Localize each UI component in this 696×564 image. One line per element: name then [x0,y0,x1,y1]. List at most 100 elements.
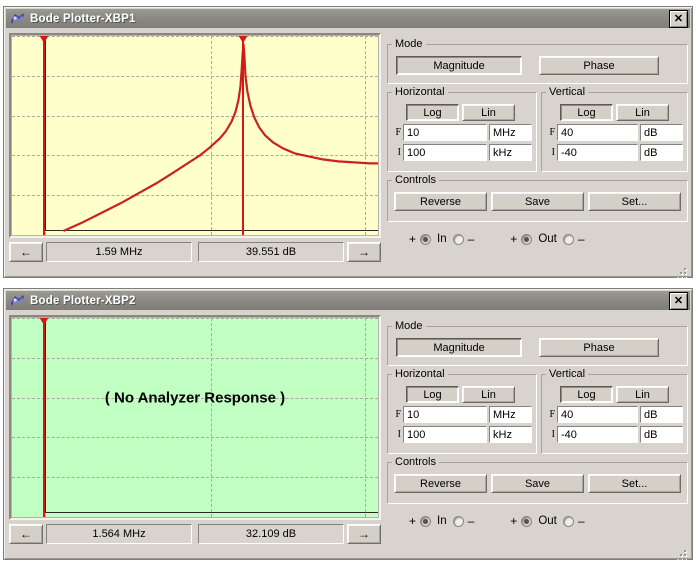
vertical-initial-value[interactable]: -40 [557,144,638,161]
vertical-legend: Vertical [546,86,588,98]
vertical-log-button[interactable]: Log [560,104,613,121]
readout-bar: ← 1.564 MHz 32.109 dB → [9,524,381,544]
vertical-final-value[interactable]: 40 [557,124,638,141]
horizontal-lin-button[interactable]: Lin [462,386,515,403]
vertical-initial-unit[interactable]: dB [640,426,683,443]
magnitude-readout: 39.551 dB [198,242,344,262]
out-plus-sign: + [510,232,517,246]
vertical-final-value[interactable]: 40 [557,406,638,423]
horizontal-log-button[interactable]: Log [406,386,459,403]
in-label: In [437,515,447,527]
mode-magnitude-button[interactable]: Magnitude [396,338,522,357]
vertical-final-unit[interactable]: dB [640,124,683,141]
mode-magnitude-button[interactable]: Magnitude [396,56,522,75]
horizontal-final-unit[interactable]: MHz [489,406,532,423]
cursor-right-button[interactable]: → [347,242,381,262]
vertical-group: Vertical Log Lin F 40 dB I -40 dB [541,86,688,172]
bode-plot-canvas[interactable] [12,36,378,235]
set-button[interactable]: Set... [588,474,681,493]
title-bar[interactable]: Bode Plotter-XBP1 ✕ [6,9,690,28]
horizontal-initial-label: I [390,147,401,158]
out-plus-radio[interactable] [521,516,532,527]
resize-grip[interactable] [673,265,686,278]
magnitude-curve [12,36,378,235]
horizontal-group: Horizontal Log Lin F 10 MHz I 100 kHz [387,86,537,172]
window-body: ( No Analyzer Response ) ← 1.564 MHz 32.… [6,312,690,561]
vertical-log-button[interactable]: Log [560,386,613,403]
reverse-button[interactable]: Reverse [394,192,487,211]
horizontal-initial-value[interactable]: 100 [403,426,487,443]
bode-plot-canvas[interactable]: ( No Analyzer Response ) [12,318,378,517]
window-body: ← 1.59 MHz 39.551 dB → Mode Magnitude Ph… [6,30,690,279]
horizontal-log-button[interactable]: Log [406,104,459,121]
cursor-marker-icon [238,36,248,43]
vertical-lin-button[interactable]: Lin [616,104,669,121]
in-label: In [437,233,447,245]
save-button[interactable]: Save [491,474,584,493]
mode-legend: Mode [392,320,426,332]
reverse-button[interactable]: Reverse [394,474,487,493]
window-title: Bode Plotter-XBP1 [30,13,136,25]
out-terminal-group: + Out – [510,514,584,528]
horizontal-initial-value[interactable]: 100 [403,144,487,161]
horizontal-final-unit[interactable]: MHz [489,124,532,141]
cursor-left-button[interactable]: ← [9,524,43,544]
save-button[interactable]: Save [491,192,584,211]
horizontal-initial-unit[interactable]: kHz [489,144,532,161]
plot-frame [9,33,381,238]
vertical-initial-value[interactable]: -40 [557,426,638,443]
in-minus-radio[interactable] [453,516,464,527]
cursor-left-button[interactable]: ← [9,242,43,262]
vertical-final-unit[interactable]: dB [640,406,683,423]
title-bar[interactable]: Bode Plotter-XBP2 ✕ [6,291,690,310]
vertical-final-label: F [544,409,555,420]
horizontal-lin-button[interactable]: Lin [462,104,515,121]
cursor-line-left[interactable] [43,318,45,517]
controls-legend: Controls [392,174,439,186]
bode-plotter-window-2: Bode Plotter-XBP2 ✕ [3,288,693,560]
in-minus-sign: – [468,514,475,528]
plot-column: ← 1.59 MHz 39.551 dB → [9,33,381,262]
close-button[interactable]: ✕ [669,292,688,310]
resize-grip[interactable] [673,547,686,560]
bode-plotter-icon [10,12,25,26]
out-minus-sign: – [578,514,585,528]
mode-group: Mode Magnitude Phase [387,38,688,84]
terminals-bar: + In – + Out – [387,228,688,250]
horizontal-final-label: F [390,409,401,420]
close-button[interactable]: ✕ [669,10,688,28]
out-label: Out [538,515,557,527]
bode-plotter-window-1: Bode Plotter-XBP1 ✕ [3,6,693,278]
gridline-h [12,318,378,319]
in-plus-radio[interactable] [420,234,431,245]
horizontal-initial-unit[interactable]: kHz [489,426,532,443]
out-minus-radio[interactable] [563,234,574,245]
set-button[interactable]: Set... [588,192,681,211]
frequency-readout: 1.59 MHz [46,242,192,262]
out-plus-radio[interactable] [521,234,532,245]
cursor-marker-icon [39,318,49,325]
cursor-marker-icon [39,36,49,43]
horizontal-final-label: F [390,127,401,138]
controls-legend: Controls [392,456,439,468]
vertical-lin-button[interactable]: Lin [616,386,669,403]
vertical-initial-label: I [544,147,555,158]
vertical-initial-unit[interactable]: dB [640,144,683,161]
mode-phase-button[interactable]: Phase [539,56,659,75]
in-minus-radio[interactable] [453,234,464,245]
mode-phase-button[interactable]: Phase [539,338,659,357]
in-minus-sign: – [468,232,475,246]
out-minus-radio[interactable] [563,516,574,527]
plot-column: ( No Analyzer Response ) ← 1.564 MHz 32.… [9,315,381,544]
horizontal-legend: Horizontal [392,86,448,98]
cursor-right-button[interactable]: → [347,524,381,544]
out-minus-sign: – [578,232,585,246]
mode-legend: Mode [392,38,426,50]
cursor-line-peak[interactable] [242,36,244,235]
in-terminal-group: + In – [409,232,474,246]
cursor-line-left[interactable] [43,36,45,235]
mode-group: Mode Magnitude Phase [387,320,688,366]
in-plus-radio[interactable] [420,516,431,527]
horizontal-final-value[interactable]: 10 [403,124,487,141]
horizontal-final-value[interactable]: 10 [403,406,487,423]
